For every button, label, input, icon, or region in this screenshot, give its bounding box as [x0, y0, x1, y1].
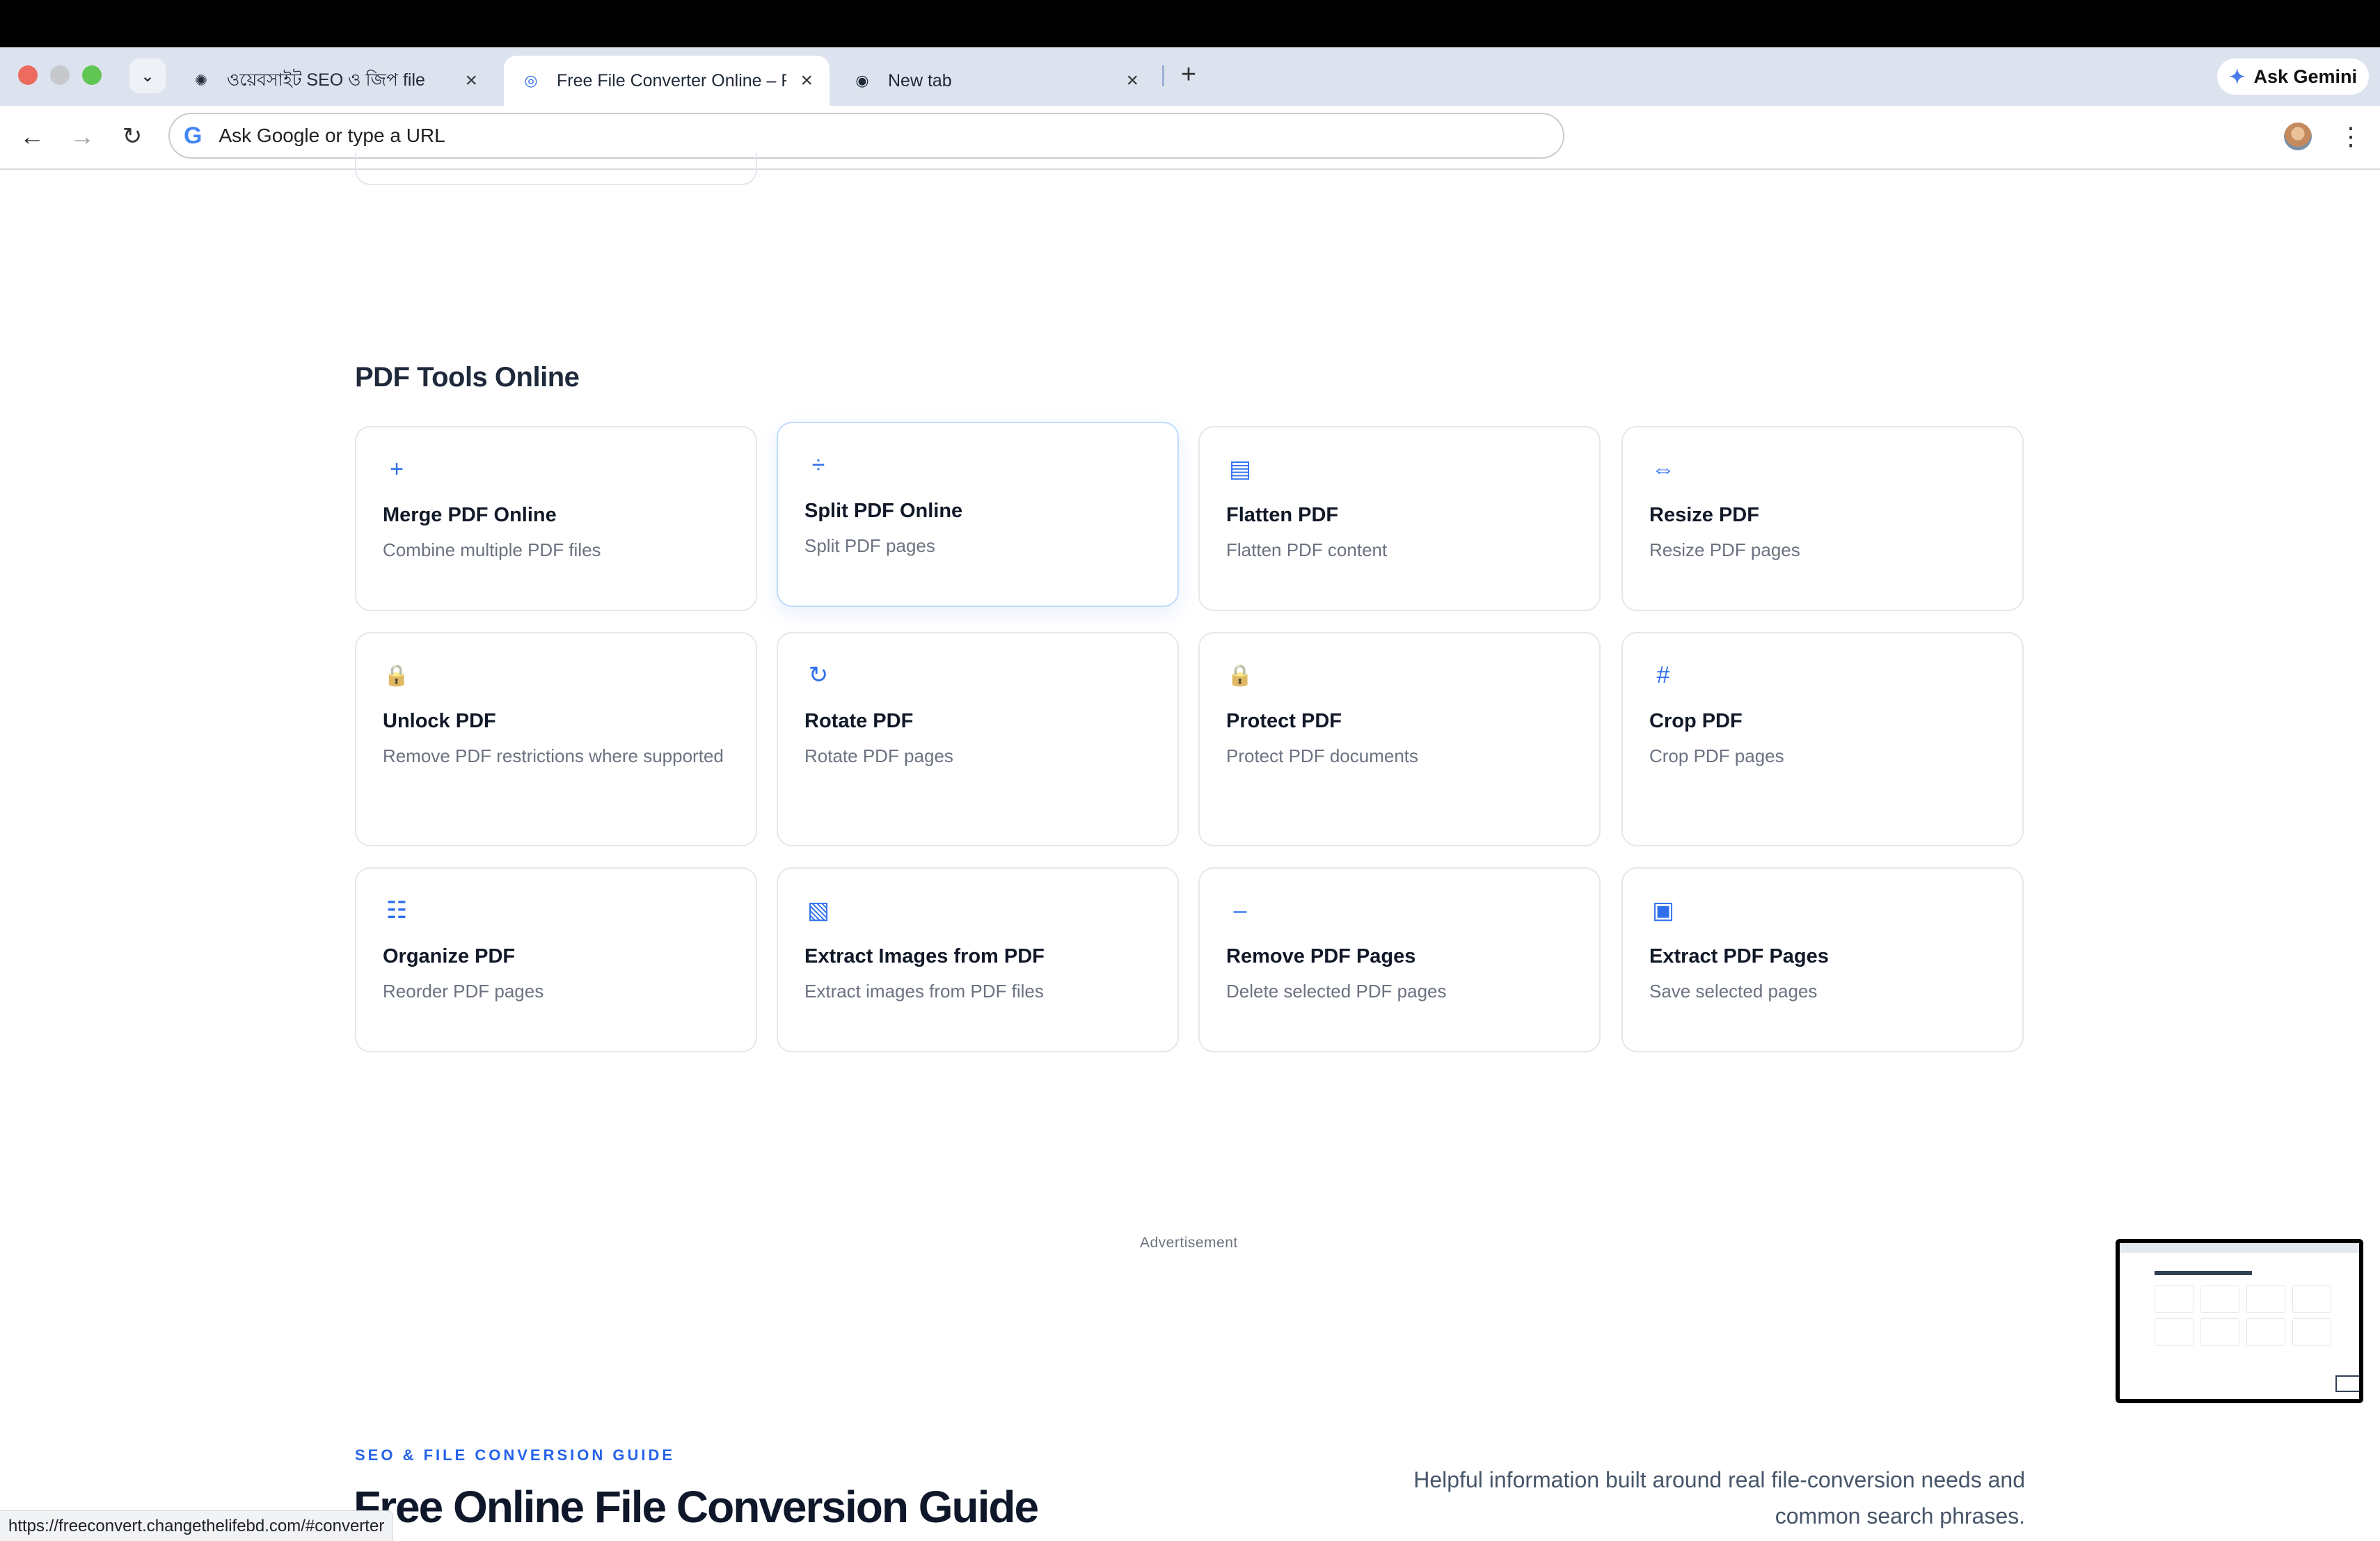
pdf-tool-title: Crop PDF	[1649, 710, 1743, 732]
pdf-tool-card[interactable]: – Remove PDF Pages Delete selected PDF pag…	[1198, 867, 1601, 1052]
forward-button[interactable]: →	[64, 118, 100, 155]
list-icon: ☷	[386, 897, 408, 924]
page-preview-thumbnail[interactable]	[2116, 1239, 2363, 1403]
pdf-tool-description: Flatten PDF content	[1226, 539, 1388, 560]
pdf-tool-title: Split PDF Online	[804, 500, 963, 522]
guide-subtitle: Helpful information built around real fi…	[1413, 1467, 2025, 1528]
pdf-tool-card[interactable]: + Merge PDF Online Combine multiple PDF fi…	[355, 426, 757, 611]
google-g-icon: G	[184, 122, 203, 149]
pdf-tool-card[interactable]: ÷ Split PDF Online Split PDF pages	[777, 422, 1179, 607]
close-icon[interactable]: ×	[1126, 69, 1139, 93]
pdf-tool-description: Protect PDF documents	[1226, 745, 1418, 766]
guide-title: Free Online File Conversion Guide	[354, 1482, 1039, 1532]
image-hatch-icon: ▧	[807, 897, 830, 924]
chevron-down-icon: ⌄	[140, 66, 155, 86]
pdf-tool-title: Rotate PDF	[804, 710, 914, 732]
resize-arrows-icon: ⇔	[1651, 455, 1675, 482]
close-icon[interactable]: ×	[465, 69, 477, 93]
reload-icon: ↻	[122, 123, 143, 150]
profile-avatar[interactable]	[2284, 123, 2312, 150]
pdf-tool-title: Unlock PDF	[383, 710, 496, 732]
window-maximize-button[interactable]	[82, 65, 102, 85]
pdf-tool-description: Save selected pages	[1649, 981, 1818, 1002]
pdf-tool-title: Organize PDF	[383, 945, 516, 967]
new-tab-button[interactable]: +	[1175, 57, 1203, 92]
pdf-tool-description: Delete selected PDF pages	[1226, 981, 1447, 1002]
address-bar-placeholder: Ask Google or type a URL	[219, 125, 445, 146]
gemini-sparkle-icon: ✦	[2228, 65, 2246, 88]
divide-icon: ÷	[811, 451, 825, 478]
pdf-tool-title: Flatten PDF	[1226, 504, 1339, 526]
reload-button[interactable]: ↻	[114, 118, 150, 155]
pdf-tool-card[interactable]: ↻ Rotate PDF Rotate PDF pages	[777, 632, 1179, 846]
browser-tab-active[interactable]: ◎ Free File Converter Online – F ×	[504, 56, 830, 106]
more-menu-icon[interactable]: ⋮	[2338, 120, 2363, 153]
pdf-tool-card[interactable]: 🔒 Protect PDF Protect PDF documents	[1198, 632, 1601, 846]
chrome-favicon-icon: ◉	[855, 72, 869, 89]
section-heading: PDF Tools Online	[355, 362, 580, 393]
thumbnail-content	[2120, 1243, 2359, 1399]
arrow-left-icon: ←	[19, 122, 45, 150]
pdf-tool-description: Rotate PDF pages	[804, 745, 953, 766]
rotate-icon: ↻	[808, 662, 829, 688]
previous-section-card-edge	[355, 153, 757, 185]
pdf-tool-card[interactable]: ▧ Extract Images from PDF Extract images f…	[777, 867, 1179, 1052]
pdf-tool-description: Resize PDF pages	[1649, 539, 1800, 560]
pdf-tool-description: Combine multiple PDF files	[383, 539, 601, 560]
site-favicon-icon: ◎	[524, 72, 538, 89]
crop-hash-icon: #	[1656, 661, 1670, 688]
pdf-tool-title: Resize PDF	[1649, 504, 1759, 526]
ask-gemini-label: Ask Gemini	[2253, 65, 2358, 87]
pdf-tool-card[interactable]: 🔒 Unlock PDF Remove PDF restrictions where…	[355, 632, 757, 846]
advertisement-label: Advertisement	[1140, 1235, 1238, 1251]
pdf-tool-title: Extract Images from PDF	[804, 945, 1045, 967]
pdf-tool-card[interactable]: ▤ Flatten PDF Flatten PDF content	[1198, 426, 1601, 611]
pdf-tool-card[interactable]: ▣ Extract PDF Pages Save selected pages	[1621, 867, 2024, 1052]
pdf-tool-description: Reorder PDF pages	[383, 981, 544, 1002]
arrow-right-icon: →	[70, 122, 95, 150]
status-bar-url: https://freeconvert.changethelifebd.com/…	[0, 1510, 394, 1541]
ask-gemini-button[interactable]: ✦ Ask Gemini	[2217, 58, 2369, 95]
openai-favicon-icon: ✺	[194, 72, 208, 89]
pdf-tool-card[interactable]: ⇔ Resize PDF Resize PDF pages	[1621, 426, 2024, 611]
pdf-tool-title: Extract PDF Pages	[1649, 945, 1829, 967]
tab-title: ওয়েবসাইট SEO ও জিপ file	[227, 70, 425, 90]
address-bar[interactable]: G Ask Google or type a URL	[168, 113, 1564, 159]
pdf-tool-card[interactable]: # Crop PDF Crop PDF pages	[1621, 632, 2024, 846]
pdf-tool-description: Extract images from PDF files	[804, 981, 1044, 1002]
tab-search-button[interactable]: ⌄	[129, 58, 166, 93]
plus-icon: +	[390, 455, 404, 482]
pdf-tool-description: Split PDF pages	[804, 535, 935, 556]
guide-kicker: SEO & FILE CONVERSION GUIDE	[355, 1446, 676, 1464]
back-button[interactable]: ←	[14, 118, 50, 155]
lock-icon: 🔒	[1227, 663, 1253, 687]
minus-icon: –	[1233, 896, 1247, 924]
window-close-button[interactable]	[18, 65, 38, 85]
pdf-tool-card[interactable]: ☷ Organize PDF Reorder PDF pages	[355, 867, 757, 1052]
tab-title: Free File Converter Online – F	[557, 70, 786, 90]
pdf-tool-title: Remove PDF Pages	[1226, 945, 1416, 967]
pdf-tool-title: Protect PDF	[1226, 710, 1342, 732]
pdf-tool-description: Crop PDF pages	[1649, 745, 1784, 766]
browser-tab[interactable]: ◉ New tab ×	[835, 56, 1155, 106]
square-icon: ▣	[1651, 897, 1675, 924]
browser-tab[interactable]: ✺ ওয়েবসাইট SEO ও জিপ file ×	[174, 56, 494, 106]
os-menu-bar	[0, 0, 2380, 47]
layers-icon: ▤	[1228, 456, 1252, 482]
pdf-tool-title: Merge PDF Online	[383, 504, 557, 526]
window-minimize-button[interactable]	[50, 65, 70, 85]
plus-icon: +	[1180, 59, 1197, 89]
lock-icon: 🔒	[383, 663, 410, 687]
tab-separator	[1162, 65, 1164, 86]
close-icon[interactable]: ×	[800, 69, 813, 93]
tab-title: New tab	[888, 70, 952, 90]
pdf-tool-description: Remove PDF restrictions where supported	[383, 745, 724, 766]
